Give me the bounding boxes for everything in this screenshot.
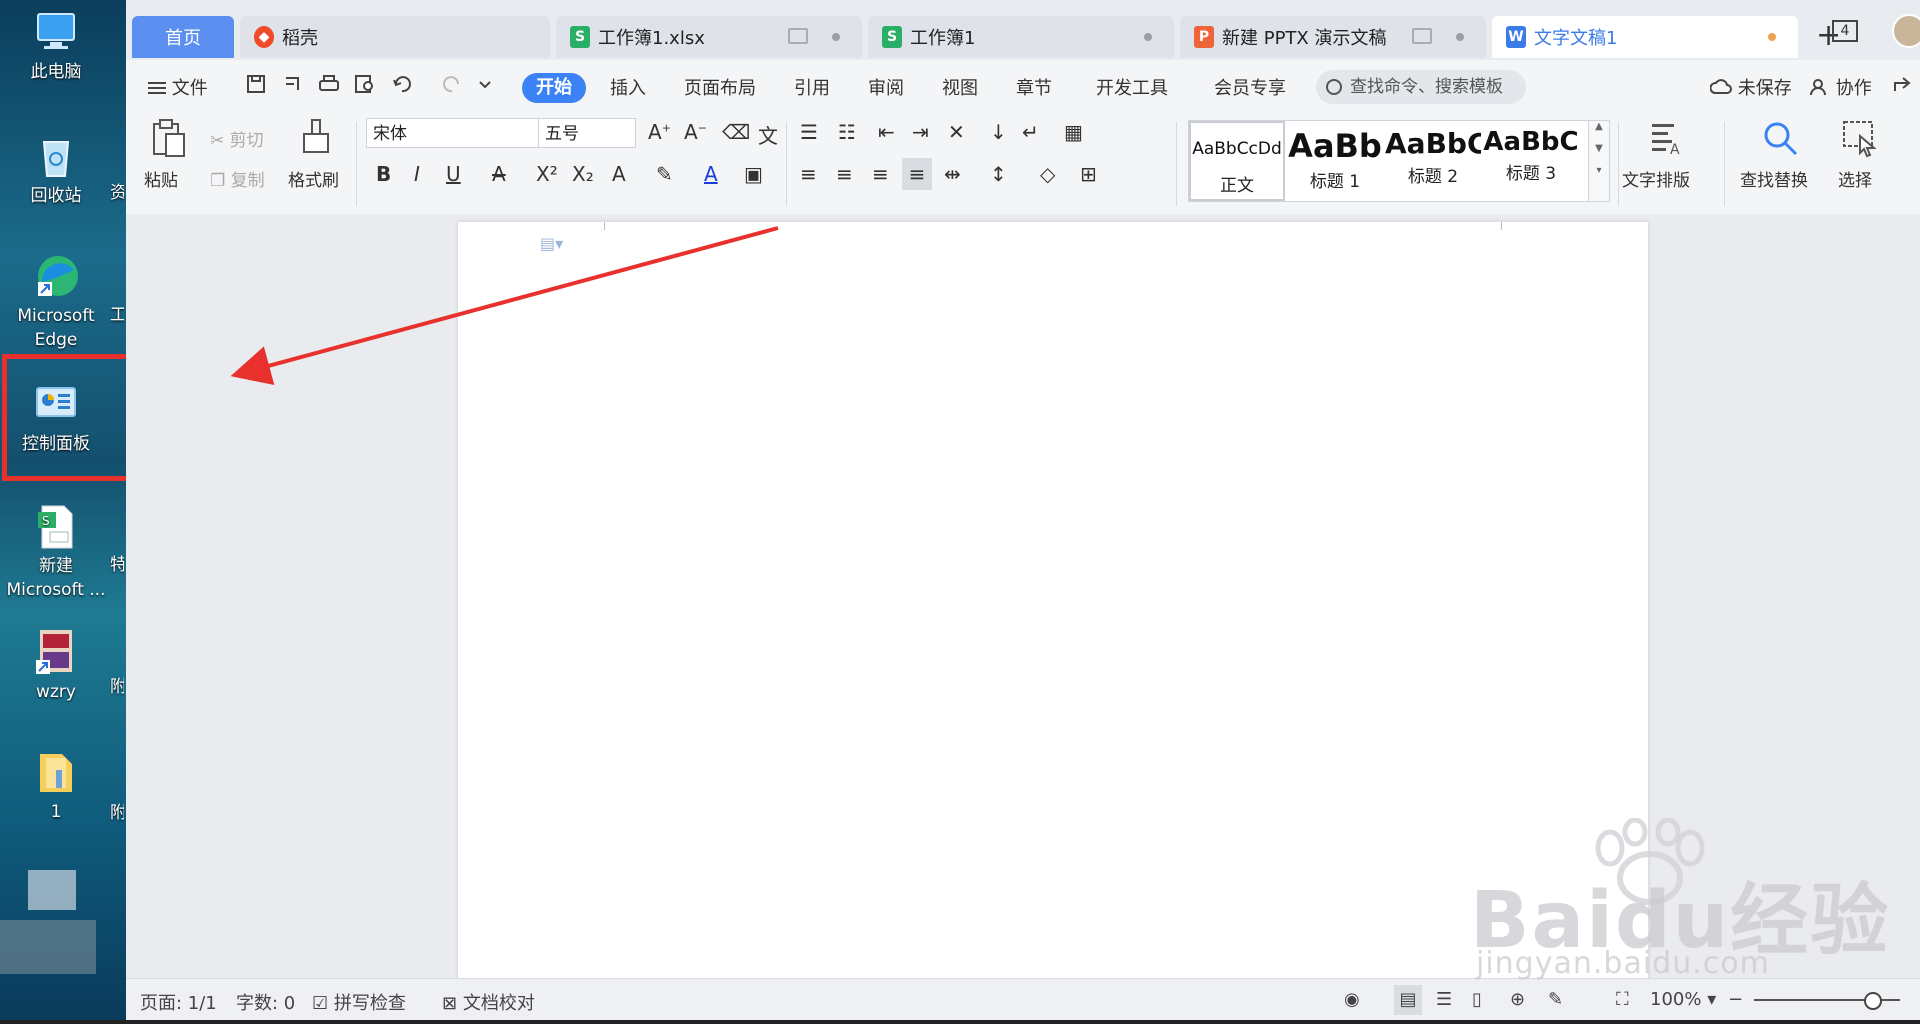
screen-bottom-edge [0, 1020, 1920, 1024]
watermark-url: jingyan.baidu.com [1476, 946, 1770, 981]
baidu-watermark: Baidu经验 jingyan.baidu.com [1470, 818, 1888, 988]
